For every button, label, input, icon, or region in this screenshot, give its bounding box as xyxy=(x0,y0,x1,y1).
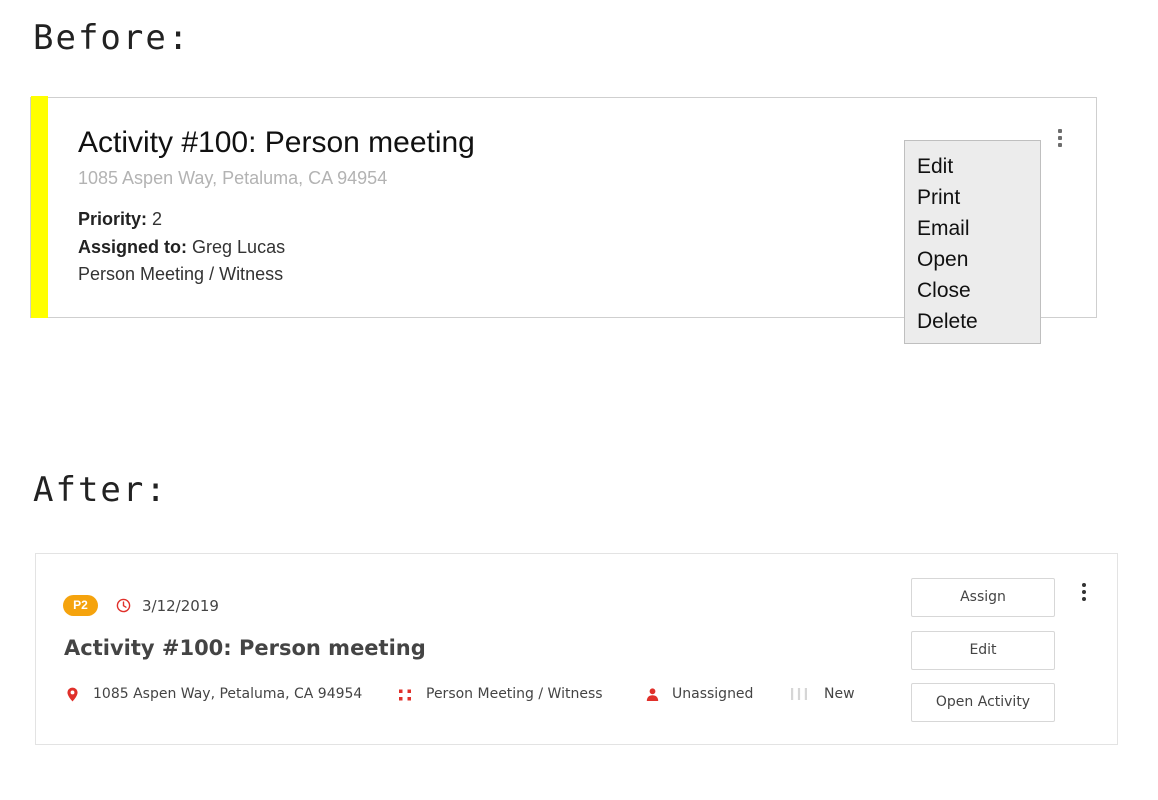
assigned-label: Assigned to: xyxy=(78,237,188,257)
activity-status: New xyxy=(824,686,855,702)
activity-type: Person Meeting / Witness xyxy=(78,264,284,284)
activity-address: 1085 Aspen Way, Petaluma, CA 94954 xyxy=(93,686,363,702)
status-bars-icon xyxy=(791,688,807,700)
kebab-dot xyxy=(1082,583,1086,587)
edit-button[interactable]: Edit xyxy=(911,631,1055,670)
activity-address: 1085 Aspen Way, Petaluma, CA 94954 xyxy=(78,168,388,188)
kebab-dot xyxy=(1058,136,1062,140)
open-activity-button[interactable]: Open Activity xyxy=(911,683,1055,722)
priority-badge: P2 xyxy=(63,595,98,616)
assigned-line: Assigned to: Greg Lucas xyxy=(78,237,285,258)
activity-title: Activity #100: Person meeting xyxy=(64,636,426,660)
assigned-value: Greg Lucas xyxy=(192,237,286,257)
activity-assignee: Unassigned xyxy=(672,686,754,702)
activity-type: Person Meeting / Witness xyxy=(426,686,603,702)
map-pin-icon xyxy=(67,687,78,702)
priority-line: Priority: 2 xyxy=(78,209,162,230)
menu-item-delete[interactable]: Delete xyxy=(905,308,1040,339)
kebab-dot xyxy=(1058,143,1062,147)
grid-dots-icon xyxy=(399,689,411,701)
after-heading: After: xyxy=(33,470,168,510)
assign-button[interactable]: Assign xyxy=(911,578,1055,617)
kebab-menu-icon[interactable] xyxy=(1056,129,1064,147)
kebab-dot xyxy=(1082,597,1086,601)
activity-title: Activity #100: Person meeting xyxy=(78,126,475,159)
priority-value: 2 xyxy=(152,209,163,229)
context-menu: Edit Print Email Open Close Delete xyxy=(904,140,1041,344)
menu-item-edit[interactable]: Edit xyxy=(905,153,1040,184)
priority-stripe xyxy=(31,96,48,318)
priority-label: Priority: xyxy=(78,209,148,229)
kebab-menu-icon[interactable] xyxy=(1081,583,1087,601)
person-icon xyxy=(646,688,659,701)
menu-item-open[interactable]: Open xyxy=(905,246,1040,277)
menu-item-email[interactable]: Email xyxy=(905,215,1040,246)
menu-item-print[interactable]: Print xyxy=(905,184,1040,215)
before-heading: Before: xyxy=(33,18,191,58)
activity-date: 3/12/2019 xyxy=(142,597,219,615)
kebab-dot xyxy=(1058,129,1062,133)
menu-item-close[interactable]: Close xyxy=(905,277,1040,308)
clock-icon xyxy=(116,598,131,613)
kebab-dot xyxy=(1082,590,1086,594)
